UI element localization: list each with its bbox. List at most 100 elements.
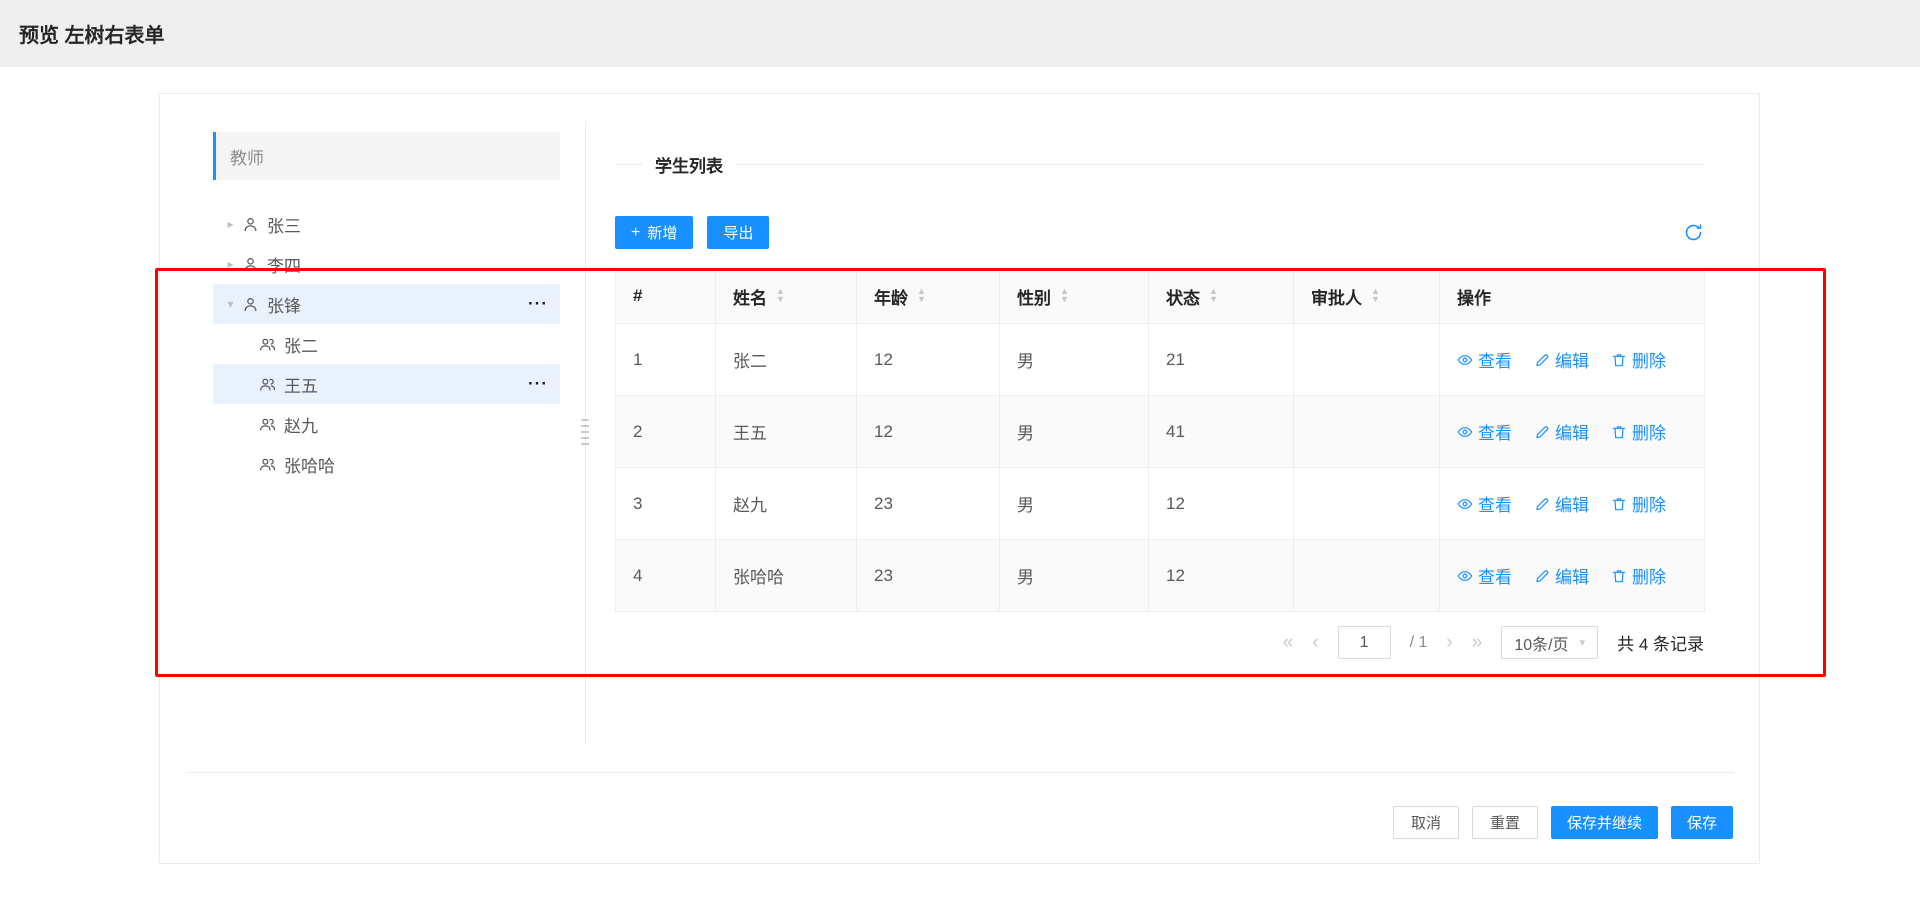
tree-item-lisi[interactable]: ▸ 李四 bbox=[213, 244, 560, 284]
column-label: 操作 bbox=[1457, 284, 1491, 309]
delete-link[interactable]: 删除 bbox=[1611, 419, 1666, 444]
cell-index: 3 bbox=[616, 468, 716, 540]
table-row: 2 王五 12 男 41 查看 编辑 删除 bbox=[616, 396, 1705, 468]
tree-root-teacher[interactable]: 教师 bbox=[213, 132, 560, 180]
edit-icon bbox=[1534, 496, 1550, 512]
tree-item-zhangfeng[interactable]: ▾ 张锋 ··· bbox=[213, 284, 560, 324]
cell-actions: 查看 编辑 删除 bbox=[1440, 540, 1705, 612]
trash-icon bbox=[1611, 496, 1627, 512]
view-label: 查看 bbox=[1478, 491, 1512, 516]
table-row: 3 赵九 23 男 12 查看 编辑 删除 bbox=[616, 468, 1705, 540]
column-label: 性别 bbox=[1017, 284, 1051, 309]
edit-link[interactable]: 编辑 bbox=[1534, 347, 1589, 372]
cell-approver bbox=[1294, 396, 1440, 468]
caret-down-icon[interactable]: ▾ bbox=[221, 297, 240, 311]
cell-status: 12 bbox=[1149, 540, 1294, 612]
cell-index: 4 bbox=[616, 540, 716, 612]
col-actions: 操作 bbox=[1440, 269, 1705, 324]
caret-right-icon[interactable]: ▸ bbox=[221, 217, 240, 231]
cell-approver bbox=[1294, 540, 1440, 612]
export-button[interactable]: 导出 bbox=[707, 216, 769, 249]
trash-icon bbox=[1611, 568, 1627, 584]
view-label: 查看 bbox=[1478, 419, 1512, 444]
table-toolbar: + 新增 导出 bbox=[615, 216, 1704, 249]
tree-panel: 教师 ▸ 张三 ▸ 李四 ▾ 张锋 ··· 张二 bbox=[213, 132, 560, 484]
tree-child-zhanghaha[interactable]: 张哈哈 bbox=[213, 444, 560, 484]
trash-icon bbox=[1611, 352, 1627, 368]
tree-item-label: 张哈哈 bbox=[284, 452, 335, 477]
table-row: 1 张二 12 男 21 查看 编辑 删除 bbox=[616, 324, 1705, 396]
add-button[interactable]: + 新增 bbox=[615, 216, 693, 249]
cell-gender: 男 bbox=[1000, 396, 1149, 468]
more-actions-icon[interactable]: ··· bbox=[528, 294, 548, 314]
eye-icon bbox=[1457, 496, 1473, 512]
user-icon bbox=[242, 216, 259, 233]
page-number-input[interactable] bbox=[1338, 626, 1391, 659]
edit-link[interactable]: 编辑 bbox=[1534, 563, 1589, 588]
table-header-row: # 姓名 ▲▼ 年龄 ▲▼ 性别 ▲▼ 状态 bbox=[616, 269, 1705, 324]
splitter-grip-icon[interactable] bbox=[581, 419, 589, 447]
sort-icon[interactable]: ▲▼ bbox=[917, 288, 926, 304]
view-link[interactable]: 查看 bbox=[1457, 491, 1512, 516]
view-link[interactable]: 查看 bbox=[1457, 347, 1512, 372]
view-link[interactable]: 查看 bbox=[1457, 563, 1512, 588]
footer-actions: 取消 重置 保存并继续 保存 bbox=[1393, 806, 1733, 839]
tree-item-zhangsan[interactable]: ▸ 张三 bbox=[213, 204, 560, 244]
sort-icon[interactable]: ▲▼ bbox=[1060, 288, 1069, 304]
cell-name: 王五 bbox=[716, 396, 857, 468]
cell-age: 12 bbox=[857, 324, 1000, 396]
cell-gender: 男 bbox=[1000, 324, 1149, 396]
cell-status: 21 bbox=[1149, 324, 1294, 396]
refresh-icon[interactable] bbox=[1683, 222, 1704, 243]
team-icon bbox=[259, 376, 276, 393]
team-icon bbox=[259, 416, 276, 433]
first-page-button[interactable]: « bbox=[1283, 633, 1294, 652]
delete-link[interactable]: 删除 bbox=[1611, 491, 1666, 516]
form-preview-card: 教师 ▸ 张三 ▸ 李四 ▾ 张锋 ··· 张二 bbox=[159, 93, 1760, 864]
page-size-value: 10条/页 bbox=[1514, 631, 1568, 655]
panel-splitter[interactable] bbox=[580, 121, 590, 745]
edit-label: 编辑 bbox=[1555, 491, 1589, 516]
last-page-button[interactable]: » bbox=[1472, 633, 1483, 652]
save-continue-button[interactable]: 保存并继续 bbox=[1551, 806, 1658, 839]
student-table: # 姓名 ▲▼ 年龄 ▲▼ 性别 ▲▼ 状态 bbox=[615, 268, 1705, 612]
cell-actions: 查看 编辑 删除 bbox=[1440, 396, 1705, 468]
edit-link[interactable]: 编辑 bbox=[1534, 491, 1589, 516]
col-name[interactable]: 姓名 ▲▼ bbox=[716, 269, 857, 324]
more-actions-icon[interactable]: ··· bbox=[528, 374, 548, 394]
sort-icon[interactable]: ▲▼ bbox=[1209, 288, 1218, 304]
next-page-button[interactable]: › bbox=[1446, 633, 1452, 652]
chevron-down-icon: ▾ bbox=[1580, 636, 1586, 649]
page-size-select[interactable]: 10条/页 ▾ bbox=[1501, 626, 1598, 659]
col-age[interactable]: 年龄 ▲▼ bbox=[857, 269, 1000, 324]
trash-icon bbox=[1611, 424, 1627, 440]
sort-icon[interactable]: ▲▼ bbox=[1371, 288, 1380, 304]
delete-link[interactable]: 删除 bbox=[1611, 347, 1666, 372]
sort-icon[interactable]: ▲▼ bbox=[776, 288, 785, 304]
edit-icon bbox=[1534, 424, 1550, 440]
delete-label: 删除 bbox=[1632, 347, 1666, 372]
edit-link[interactable]: 编辑 bbox=[1534, 419, 1589, 444]
col-status[interactable]: 状态 ▲▼ bbox=[1149, 269, 1294, 324]
col-approver[interactable]: 审批人 ▲▼ bbox=[1294, 269, 1440, 324]
tree-child-zhaojiu[interactable]: 赵九 bbox=[213, 404, 560, 444]
cell-name: 张哈哈 bbox=[716, 540, 857, 612]
tree-child-wangwu[interactable]: 王五 ··· bbox=[213, 364, 560, 404]
cell-status: 12 bbox=[1149, 468, 1294, 540]
eye-icon bbox=[1457, 352, 1473, 368]
view-link[interactable]: 查看 bbox=[1457, 419, 1512, 444]
save-button[interactable]: 保存 bbox=[1671, 806, 1733, 839]
section-divider: 学生列表 bbox=[615, 152, 1704, 177]
cancel-button[interactable]: 取消 bbox=[1393, 806, 1459, 839]
tree-child-zhanger[interactable]: 张二 bbox=[213, 324, 560, 364]
reset-button[interactable]: 重置 bbox=[1472, 806, 1538, 839]
tree-item-label: 赵九 bbox=[284, 412, 318, 437]
delete-link[interactable]: 删除 bbox=[1611, 563, 1666, 588]
caret-right-icon[interactable]: ▸ bbox=[221, 257, 240, 271]
prev-page-button[interactable]: ‹ bbox=[1312, 633, 1318, 652]
add-button-label: 新增 bbox=[647, 222, 677, 243]
column-label: 年龄 bbox=[874, 284, 908, 309]
page-total-label: / 1 bbox=[1410, 634, 1428, 652]
col-gender[interactable]: 性别 ▲▼ bbox=[1000, 269, 1149, 324]
section-title: 学生列表 bbox=[642, 152, 736, 177]
